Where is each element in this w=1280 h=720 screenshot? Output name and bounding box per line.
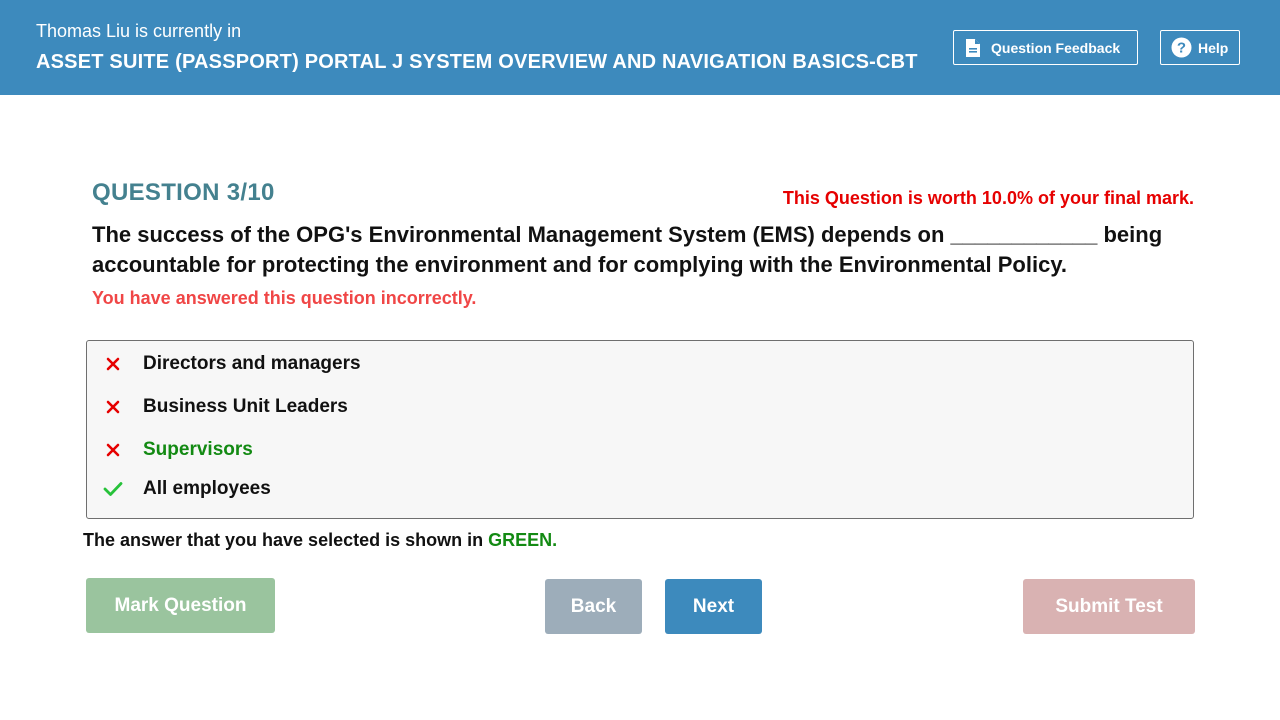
selected-answer-legend: The answer that you have selected is sho… bbox=[83, 530, 557, 551]
mark-question-button[interactable]: Mark Question bbox=[86, 578, 275, 633]
question-number: QUESTION 3/10 bbox=[92, 179, 275, 206]
answer-options: Directors and managers Business Unit Lea… bbox=[86, 340, 1194, 519]
question-worth: This Question is worth 10.0% of your fin… bbox=[782, 188, 1194, 208]
answer-option[interactable]: Directors and managers bbox=[87, 349, 1193, 379]
answer-option-label: Directors and managers bbox=[143, 353, 361, 374]
legend-highlight: GREEN. bbox=[488, 530, 558, 550]
svg-text:?: ? bbox=[1177, 40, 1186, 57]
submit-test-button[interactable]: Submit Test bbox=[1023, 579, 1195, 634]
top-bar: Thomas Liu is currently in ASSET SUITE (… bbox=[0, 0, 1280, 95]
help-label: Help bbox=[1198, 39, 1229, 56]
question-feedback-button[interactable]: Question Feedback bbox=[953, 30, 1138, 65]
cross-icon bbox=[103, 397, 123, 417]
course-title: ASSET SUITE (PASSPORT) PORTAL J SYSTEM O… bbox=[36, 51, 918, 73]
check-icon bbox=[103, 479, 123, 499]
cross-icon bbox=[103, 354, 123, 374]
answer-result: You have answered this question incorrec… bbox=[92, 288, 477, 308]
question-feedback-label: Question Feedback bbox=[991, 39, 1121, 56]
question-text: The success of the OPG's Environmental M… bbox=[92, 222, 1163, 277]
status-text: is currently in bbox=[130, 21, 242, 41]
cross-icon bbox=[103, 440, 123, 460]
document-icon bbox=[965, 38, 981, 58]
next-button[interactable]: Next bbox=[665, 579, 762, 634]
answer-option[interactable]: All employees bbox=[87, 474, 1193, 504]
answer-option[interactable]: Business Unit Leaders bbox=[87, 392, 1193, 422]
answer-option-selected[interactable]: Supervisors bbox=[87, 435, 1193, 465]
legend-prefix: The answer that you have selected is sho… bbox=[83, 530, 489, 550]
back-button[interactable]: Back bbox=[545, 579, 642, 634]
answer-option-label: Supervisors bbox=[143, 439, 253, 460]
user-status-line: Thomas Liu is currently in bbox=[36, 19, 241, 43]
answer-option-label: All employees bbox=[143, 478, 271, 499]
help-button[interactable]: ? Help bbox=[1160, 30, 1240, 65]
answer-option-label: Business Unit Leaders bbox=[143, 396, 348, 417]
user-name: Thomas Liu bbox=[36, 21, 131, 41]
help-icon: ? bbox=[1171, 37, 1192, 58]
